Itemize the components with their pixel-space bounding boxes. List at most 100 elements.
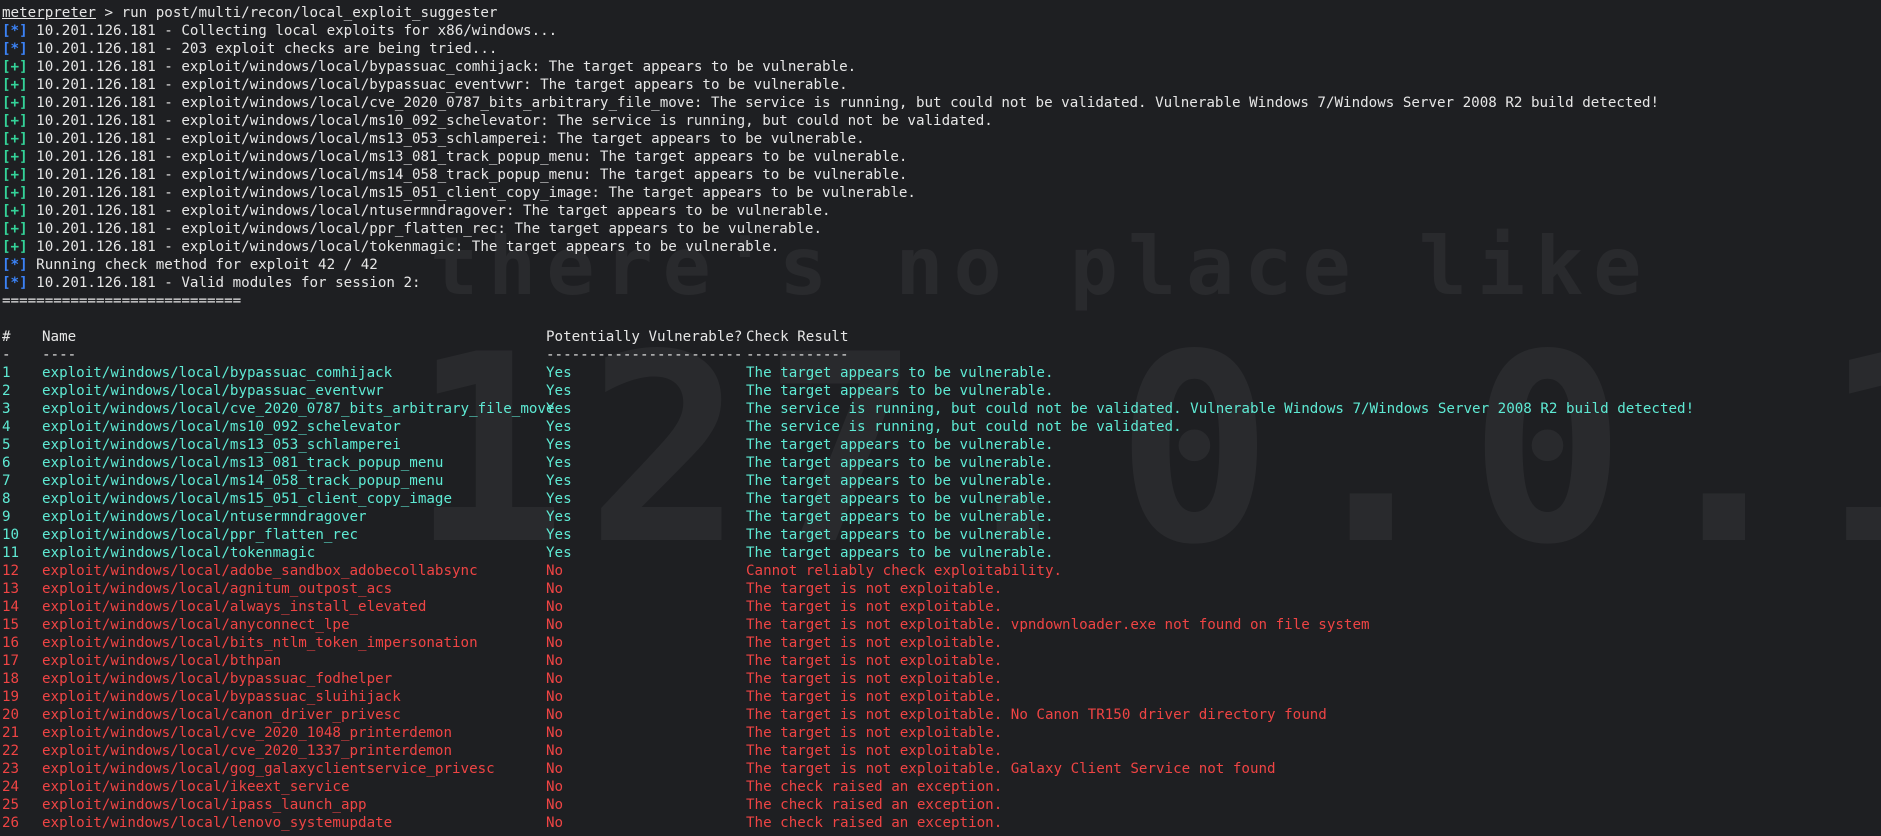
log-line: [+] 10.201.126.181 - exploit/windows/loc… xyxy=(2,166,1881,184)
module-name: exploit/windows/local/bits_ntlm_token_im… xyxy=(42,635,478,651)
vulnerable-flag: No xyxy=(546,563,564,579)
log-line: [+] 10.201.126.181 - exploit/windows/loc… xyxy=(2,202,1881,220)
vulnerable-flag: Yes xyxy=(546,509,572,525)
success-tag: [+] xyxy=(2,113,28,129)
check-result: The target is not exploitable. xyxy=(746,653,1003,669)
info-tag: [*] xyxy=(2,23,28,39)
module-name: exploit/windows/local/ms13_081_track_pop… xyxy=(42,455,444,471)
check-result: The target appears to be vulnerable. xyxy=(746,527,1054,543)
log-text: 10.201.126.181 - exploit/windows/local/m… xyxy=(27,131,865,147)
info-tag: [*] xyxy=(2,41,28,57)
row-num: 3 xyxy=(2,401,11,417)
vulnerable-flag: No xyxy=(546,797,564,813)
row-num: 5 xyxy=(2,437,11,453)
check-result: The target is not exploitable. xyxy=(746,581,1003,597)
separator-line: ============================ xyxy=(2,293,242,309)
check-result: The target appears to be vulnerable. xyxy=(746,509,1054,525)
prompt-line: meterpreter > run post/multi/recon/local… xyxy=(2,4,1881,22)
log-text: 10.201.126.181 - exploit/windows/local/c… xyxy=(27,95,1660,111)
vulnerable-flag: No xyxy=(546,581,564,597)
header-name: Name xyxy=(42,329,77,345)
module-name: exploit/windows/local/bthpan xyxy=(42,653,282,669)
vulnerable-flag: No xyxy=(546,743,564,759)
vulnerable-flag: Yes xyxy=(546,545,572,561)
module-name: exploit/windows/local/ipass_launch_app xyxy=(42,797,367,813)
check-result: The target is not exploitable. xyxy=(746,689,1003,705)
module-name: exploit/windows/local/cve_2020_1337_prin… xyxy=(42,743,452,759)
log-text: 10.201.126.181 - exploit/windows/local/m… xyxy=(27,149,908,165)
table-row: 25 exploit/windows/local/ipass_launch_app… xyxy=(2,796,1881,814)
table-row: 22 exploit/windows/local/cve_2020_1337_pr… xyxy=(2,742,1881,760)
check-result: The target is not exploitable. xyxy=(746,725,1003,741)
success-tag: [+] xyxy=(2,239,28,255)
row-num: 1 xyxy=(2,365,11,381)
log-text: 10.201.126.181 - exploit/windows/local/b… xyxy=(27,77,848,93)
table-header: # Name Potentially Vulnerable? Check Result xyxy=(2,328,1881,346)
row-num: 26 xyxy=(2,815,20,831)
table-body: 1 exploit/windows/local/bypassuac_comhija… xyxy=(2,364,1881,832)
check-result: The target appears to be vulnerable. xyxy=(746,437,1054,453)
check-result: The target is not exploitable. xyxy=(746,635,1003,651)
log-text: 10.201.126.181 - exploit/windows/local/m… xyxy=(27,113,993,129)
log-line: [*] 10.201.126.181 - Valid modules for s… xyxy=(2,274,1881,292)
row-num: 6 xyxy=(2,455,11,471)
row-num: 15 xyxy=(2,617,20,633)
vulnerable-flag: Yes xyxy=(546,527,572,543)
success-tag: [+] xyxy=(2,203,28,219)
log-line: [+] 10.201.126.181 - exploit/windows/loc… xyxy=(2,148,1881,166)
table-row: 24 exploit/windows/local/ikeext_service No… xyxy=(2,778,1881,796)
header-check: Check Result xyxy=(746,329,849,345)
table-row: 21 exploit/windows/local/cve_2020_1048_pr… xyxy=(2,724,1881,742)
info-tag: [*] xyxy=(2,257,28,273)
vulnerable-flag: Yes xyxy=(546,473,572,489)
table-row: 2 exploit/windows/local/bypassuac_eventvw… xyxy=(2,382,1881,400)
check-result: The target is not exploitable. xyxy=(746,743,1003,759)
module-name: exploit/windows/local/always_install_ele… xyxy=(42,599,427,615)
module-name: exploit/windows/local/bypassuac_comhijac… xyxy=(42,365,393,381)
row-num: 20 xyxy=(2,707,20,723)
table-row: 12 exploit/windows/local/adobe_sandbox_ad… xyxy=(2,562,1881,580)
vulnerable-flag: No xyxy=(546,779,564,795)
module-name: exploit/windows/local/ms14_058_track_pop… xyxy=(42,473,444,489)
log-text: 10.201.126.181 - exploit/windows/local/m… xyxy=(27,185,916,201)
success-tag: [+] xyxy=(2,95,28,111)
row-num: 22 xyxy=(2,743,20,759)
module-name: exploit/windows/local/tokenmagic xyxy=(42,545,316,561)
log-text: Running check method for exploit 42 / 42 xyxy=(27,257,378,273)
table-row: 13 exploit/windows/local/agnitum_outpost_… xyxy=(2,580,1881,598)
success-tag: [+] xyxy=(2,185,28,201)
log-text: 10.201.126.181 - exploit/windows/local/p… xyxy=(27,221,822,237)
success-tag: [+] xyxy=(2,59,28,75)
row-num: 21 xyxy=(2,725,20,741)
check-result: The target appears to be vulnerable. xyxy=(746,473,1054,489)
vulnerable-flag: Yes xyxy=(546,401,572,417)
module-name: exploit/windows/local/cve_2020_1048_prin… xyxy=(42,725,452,741)
log-line: [+] 10.201.126.181 - exploit/windows/loc… xyxy=(2,238,1881,256)
module-name: exploit/windows/local/ms13_053_schlamper… xyxy=(42,437,401,453)
check-result: The target appears to be vulnerable. xyxy=(746,545,1054,561)
row-num: 2 xyxy=(2,383,11,399)
log-text: 10.201.126.181 - exploit/windows/local/t… xyxy=(27,239,780,255)
success-tag: [+] xyxy=(2,131,28,147)
log-text: 10.201.126.181 - Valid modules for sessi… xyxy=(27,275,421,291)
row-num: 24 xyxy=(2,779,20,795)
module-name: exploit/windows/local/gog_galaxyclientse… xyxy=(42,761,495,777)
check-result: The check raised an exception. xyxy=(746,815,1003,831)
vulnerable-flag: Yes xyxy=(546,383,572,399)
module-name: exploit/windows/local/agnitum_outpost_ac… xyxy=(42,581,393,597)
terminal-output[interactable]: meterpreter > run post/multi/recon/local… xyxy=(2,4,1881,836)
table-row: 23 exploit/windows/local/gog_galaxyclient… xyxy=(2,760,1881,778)
underline-vuln: ----------------------- xyxy=(546,347,743,363)
vulnerable-flag: Yes xyxy=(546,419,572,435)
success-tag: [+] xyxy=(2,167,28,183)
log-text: 10.201.126.181 - 203 exploit checks are … xyxy=(27,41,498,57)
log-line: [+] 10.201.126.181 - exploit/windows/loc… xyxy=(2,94,1881,112)
table-row: 6 exploit/windows/local/ms13_081_track_po… xyxy=(2,454,1881,472)
check-result: The target appears to be vulnerable. xyxy=(746,455,1054,471)
module-name: exploit/windows/local/bypassuac_sluihija… xyxy=(42,689,401,705)
row-num: 12 xyxy=(2,563,20,579)
log-line: [+] 10.201.126.181 - exploit/windows/loc… xyxy=(2,76,1881,94)
vulnerable-flag: Yes xyxy=(546,455,572,471)
prompt-name: meterpreter xyxy=(2,5,96,21)
